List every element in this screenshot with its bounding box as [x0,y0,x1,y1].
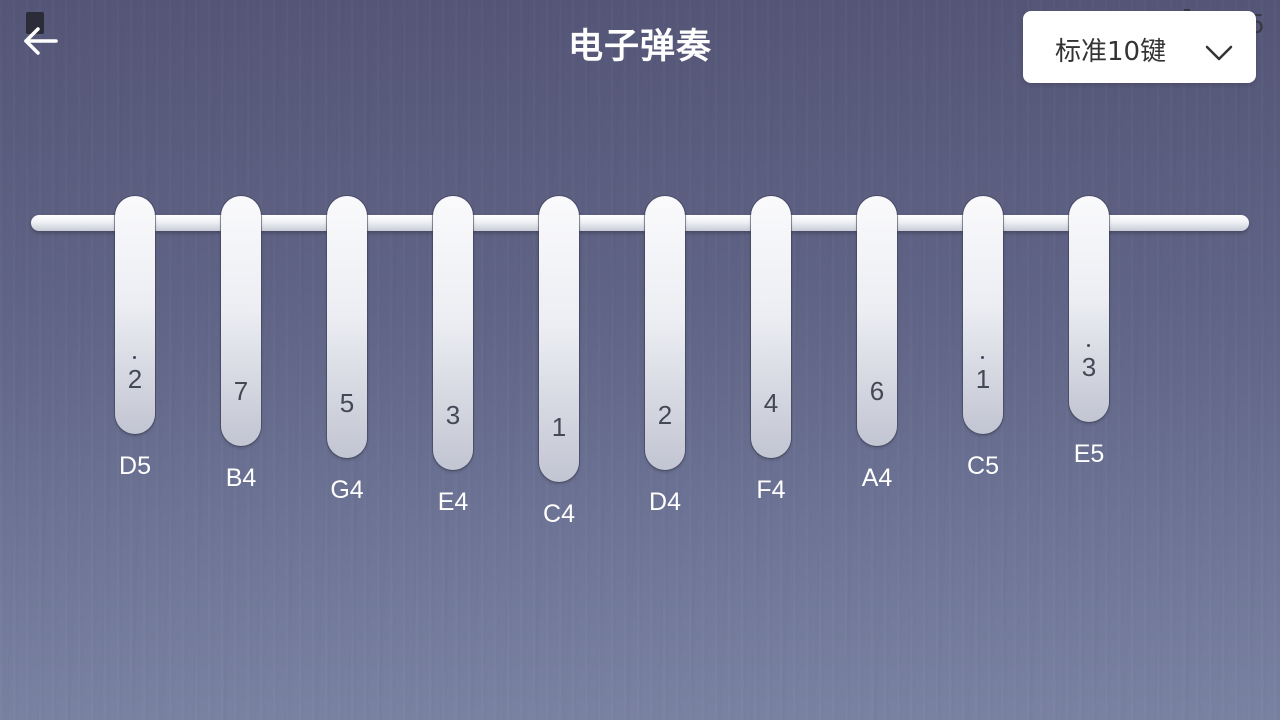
note-label: F4 [756,476,786,504]
tine-f4[interactable]: 4 [751,196,791,458]
tine-b4[interactable]: 7 [221,196,261,446]
tine-d4[interactable]: 2 [645,196,685,470]
tine-number: 3 [1081,352,1097,382]
note-label: A4 [861,464,893,492]
tine-g4[interactable]: 5 [327,196,367,458]
octave-dot [981,356,984,359]
tine-d5[interactable]: 2 [115,196,155,434]
tine-c5[interactable]: 1 [963,196,1003,434]
note-label: D4 [649,488,681,516]
tine-a4[interactable]: 6 [857,196,897,446]
note-label: G4 [330,476,364,504]
tine-number: 6 [869,376,885,406]
octave-dot [133,356,136,359]
note-label: B4 [225,464,257,492]
note-label: C4 [543,500,575,528]
tine-c4[interactable]: 1 [539,196,579,482]
tine-e4[interactable]: 3 [433,196,473,470]
tine-number: 1 [551,412,567,442]
note-label: E4 [437,488,469,516]
tine-number: 2 [657,400,673,430]
octave-dot [1087,344,1090,347]
tine-number: 2 [127,364,143,394]
note-label: E5 [1073,440,1105,468]
note-label: C5 [967,452,999,480]
tine-number: 7 [233,376,249,406]
tine-number: 5 [339,388,355,418]
kalimba-bridge [31,215,1249,231]
kalimba: 2 D5 7 B4 5 G4 3 E4 1 C4 2 D4 4 F4 6 A4 1 C5 3 E5 [0,0,1280,720]
tine-number: 1 [975,364,991,394]
note-label: D5 [119,452,151,480]
tine-e5[interactable]: 3 [1069,196,1109,422]
tine-number: 3 [445,400,461,430]
tine-number: 4 [763,388,779,418]
